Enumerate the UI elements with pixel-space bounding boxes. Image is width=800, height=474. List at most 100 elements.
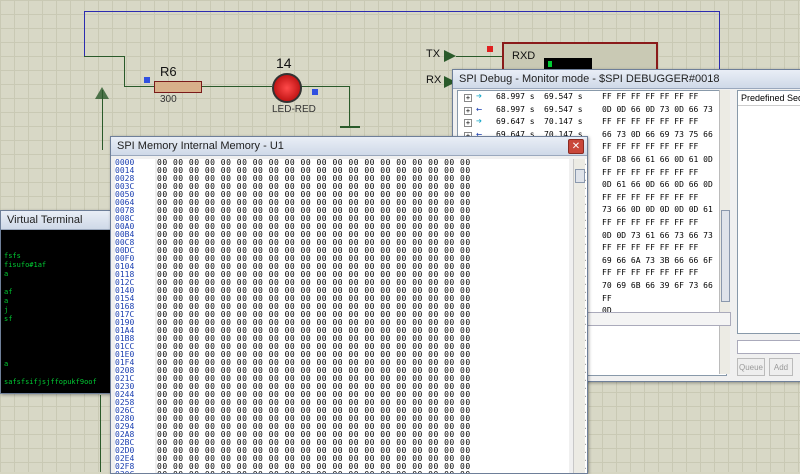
- memory-hex-row[interactable]: 00 00 00 00 00 00 00 00 00 00 00 00 00 0…: [157, 263, 569, 271]
- memory-hex-row[interactable]: 00 00 00 00 00 00 00 00 00 00 00 00 00 0…: [157, 463, 569, 471]
- predefined-sequences-panel[interactable]: Predefined Seque: [737, 90, 800, 334]
- memory-address: 02BC: [115, 439, 135, 447]
- memory-hex-row[interactable]: 00 00 00 00 00 00 00 00 00 00 00 00 00 0…: [157, 255, 569, 263]
- memory-hex-row[interactable]: 00 00 00 00 00 00 00 00 00 00 00 00 00 0…: [157, 383, 569, 391]
- terminal-line: a: [4, 360, 9, 368]
- memory-hex-row[interactable]: 00 00 00 00 00 00 00 00 00 00 00 00 00 0…: [157, 415, 569, 423]
- led-icon[interactable]: [272, 73, 302, 103]
- tx-terminal-icon[interactable]: [444, 50, 456, 62]
- memory-scrollbar[interactable]: [573, 159, 585, 473]
- memory-hex-row[interactable]: 00 00 00 00 00 00 00 00 00 00 00 00 00 0…: [157, 423, 569, 431]
- memory-hex-row[interactable]: 00 00 00 00 00 00 00 00 00 00 00 00 00 0…: [157, 207, 569, 215]
- wire-led-ground[interactable]: [349, 86, 350, 126]
- memory-address: 003C: [115, 183, 135, 191]
- memory-hex-row[interactable]: 00 00 00 00 00 00 00 00 00 00 00 00 00 0…: [157, 351, 569, 359]
- expand-icon[interactable]: +: [464, 94, 472, 102]
- memory-hex-row[interactable]: 00 00 00 00 00 00 00 00 00 00 00 00 00 0…: [157, 223, 569, 231]
- memory-hex-row[interactable]: 00 00 00 00 00 00 00 00 00 00 00 00 00 0…: [157, 407, 569, 415]
- virtual-terminal-title[interactable]: Virtual Terminal: [1, 211, 119, 230]
- memory-address: 00DC: [115, 247, 135, 255]
- memory-hex-row[interactable]: 00 00 00 00 00 00 00 00 00 00 00 00 00 0…: [157, 239, 569, 247]
- terminal-line: fsfs: [4, 252, 21, 260]
- spi-memory-title[interactable]: SPI Memory Internal Memory - U1: [111, 137, 587, 156]
- transaction-end-time: 69.547 s: [544, 104, 583, 114]
- memory-hex-row[interactable]: 00 00 00 00 00 00 00 00 00 00 00 00 00 0…: [157, 279, 569, 287]
- spi-debug-title[interactable]: SPI Debug - Monitor mode - $SPI DEBUGGER…: [453, 70, 800, 89]
- wire-tx[interactable]: [456, 56, 502, 57]
- memory-hex-row[interactable]: 00 00 00 00 00 00 00 00 00 00 00 00 00 0…: [157, 319, 569, 327]
- memory-hex-row[interactable]: 00 00 00 00 00 00 00 00 00 00 00 00 00 0…: [157, 159, 569, 167]
- wire-led-out[interactable]: [300, 86, 350, 87]
- scroll-thumb[interactable]: [721, 210, 730, 302]
- memory-hex-row[interactable]: 00 00 00 00 00 00 00 00 00 00 00 00 00 0…: [157, 271, 569, 279]
- queue-button[interactable]: Queue: [737, 358, 765, 376]
- memory-hex-row[interactable]: 00 00 00 00 00 00 00 00 00 00 00 00 00 0…: [157, 359, 569, 367]
- memory-hex-row[interactable]: 00 00 00 00 00 00 00 00 00 00 00 00 00 0…: [157, 167, 569, 175]
- wire-left-vertical[interactable]: [102, 90, 103, 150]
- memory-address: 0014: [115, 167, 135, 175]
- transaction-data: 0D 0D 66 0D 73 0D 66 73: [602, 104, 713, 114]
- memory-hex-row[interactable]: 00 00 00 00 00 00 00 00 00 00 00 00 00 0…: [157, 199, 569, 207]
- memory-hex-row[interactable]: 00 00 00 00 00 00 00 00 00 00 00 00 00 0…: [157, 335, 569, 343]
- memory-hex-row[interactable]: 00 00 00 00 00 00 00 00 00 00 00 00 00 0…: [157, 391, 569, 399]
- memory-address: 02A8: [115, 431, 135, 439]
- memory-hex-row[interactable]: 00 00 00 00 00 00 00 00 00 00 00 00 00 0…: [157, 375, 569, 383]
- memory-address-column[interactable]: 0000 0014 0028 003C 0050 0064 0078 008C 00A0 00B4…: [115, 159, 155, 473]
- terminal-line: a: [4, 297, 9, 305]
- transaction-row[interactable]: + ➔ 68.997 s 69.547 s FF FF FF FF FF FF FF: [458, 91, 726, 104]
- terminal-line: fisufo#1af: [4, 261, 47, 269]
- spi-memory-window[interactable]: SPI Memory Internal Memory - U1 ✕ 0000 00…: [110, 136, 588, 474]
- wire-r6-left-drop[interactable]: [124, 56, 125, 86]
- wire-r6-in[interactable]: [124, 86, 154, 87]
- memory-hex-row[interactable]: 00 00 00 00 00 00 00 00 00 00 00 00 00 0…: [157, 367, 569, 375]
- add-button[interactable]: Add: [769, 358, 793, 376]
- memory-hex-row[interactable]: 00 00 00 00 00 00 00 00 00 00 00 00 00 0…: [157, 231, 569, 239]
- close-button[interactable]: ✕: [568, 139, 584, 154]
- memory-address: 0000: [115, 159, 135, 167]
- sequence-input[interactable]: [737, 340, 800, 354]
- terminal-line: af: [4, 288, 13, 296]
- wire-r6-left[interactable]: [84, 56, 124, 57]
- memory-hex-row[interactable]: 00 00 00 00 00 00 00 00 00 00 00 00 00 0…: [157, 175, 569, 183]
- transaction-data: FF FF FF FF FF FF FF: [602, 268, 699, 278]
- transaction-row[interactable]: + ← 68.997 s 69.547 s 0D 0D 66 0D 73 0D 66 7…: [458, 104, 726, 117]
- scroll-thumb[interactable]: [575, 169, 585, 183]
- memory-hex-row[interactable]: 00 00 00 00 00 00 00 00 00 00 00 00 00 0…: [157, 183, 569, 191]
- resistor-r6[interactable]: [154, 81, 202, 93]
- memory-hex-row[interactable]: 00 00 00 00 00 00 00 00 00 00 00 00 00 0…: [157, 247, 569, 255]
- memory-hex-row[interactable]: 00 00 00 00 00 00 00 00 00 00 00 00 00 0…: [157, 343, 569, 351]
- arrow-right-icon: ➔: [476, 91, 483, 102]
- spi-debug-scrollbar[interactable]: [719, 90, 730, 374]
- memory-hex-row[interactable]: 00 00 00 00 00 00 00 00 00 00 00 00 00 0…: [157, 439, 569, 447]
- transaction-data: 70 69 6B 66 39 6F 73 66: [602, 280, 713, 290]
- wire-bottom-left[interactable]: [100, 395, 101, 472]
- pin-marker: [487, 46, 493, 52]
- memory-hex-row[interactable]: 00 00 00 00 00 00 00 00 00 00 00 00 00 0…: [157, 447, 569, 455]
- memory-hex-row[interactable]: 00 00 00 00 00 00 00 00 00 00 00 00 00 0…: [157, 287, 569, 295]
- memory-hex-row[interactable]: 00 00 00 00 00 00 00 00 00 00 00 00 00 0…: [157, 431, 569, 439]
- wire-r6-out[interactable]: [200, 86, 272, 87]
- memory-hex-row[interactable]: 00 00 00 00 00 00 00 00 00 00 00 00 00 0…: [157, 303, 569, 311]
- memory-hex-row[interactable]: 00 00 00 00 00 00 00 00 00 00 00 00 00 0…: [157, 191, 569, 199]
- ground-icon: [340, 126, 360, 128]
- memory-hex-row[interactable]: 00 00 00 00 00 00 00 00 00 00 00 00 00 0…: [157, 295, 569, 303]
- memory-hex-row[interactable]: 00 00 00 00 00 00 00 00 00 00 00 00 00 0…: [157, 327, 569, 335]
- transaction-end-time: 70.147 s: [544, 117, 583, 127]
- wire-left[interactable]: [84, 11, 85, 56]
- wire-right[interactable]: [719, 11, 720, 71]
- memory-address: 0190: [115, 319, 135, 327]
- memory-hex-row[interactable]: 00 00 00 00 00 00 00 00 00 00 00 00 00 0…: [157, 455, 569, 463]
- expand-icon[interactable]: +: [464, 119, 472, 128]
- virtual-terminal-window[interactable]: Virtual Terminal fsfs fisufo#1af a af a j sf …: [0, 210, 120, 394]
- virtual-terminal-output[interactable]: fsfs fisufo#1af a af a j sf a safsfsifjsjffop…: [1, 230, 119, 393]
- memory-hex-row[interactable]: 00 00 00 00 00 00 00 00 00 00 00 00 00 0…: [157, 215, 569, 223]
- memory-hex-grid[interactable]: 00 00 00 00 00 00 00 00 00 00 00 00 00 0…: [157, 159, 569, 473]
- memory-address: 01F4: [115, 359, 135, 367]
- wire-top[interactable]: [84, 11, 720, 12]
- arrow-right-icon: ➔: [476, 116, 483, 128]
- transaction-row[interactable]: + ➔ 69.647 s 70.147 s FF FF FF FF FF FF FF: [458, 116, 726, 129]
- expand-icon[interactable]: +: [464, 106, 472, 115]
- memory-hex-row[interactable]: 00 00 00 00 00 00 00 00 00 00 00 00 00 0…: [157, 311, 569, 319]
- memory-hex-row[interactable]: 00 00 00 00 00 00 00 00 00 00 00 00 00 0…: [157, 399, 569, 407]
